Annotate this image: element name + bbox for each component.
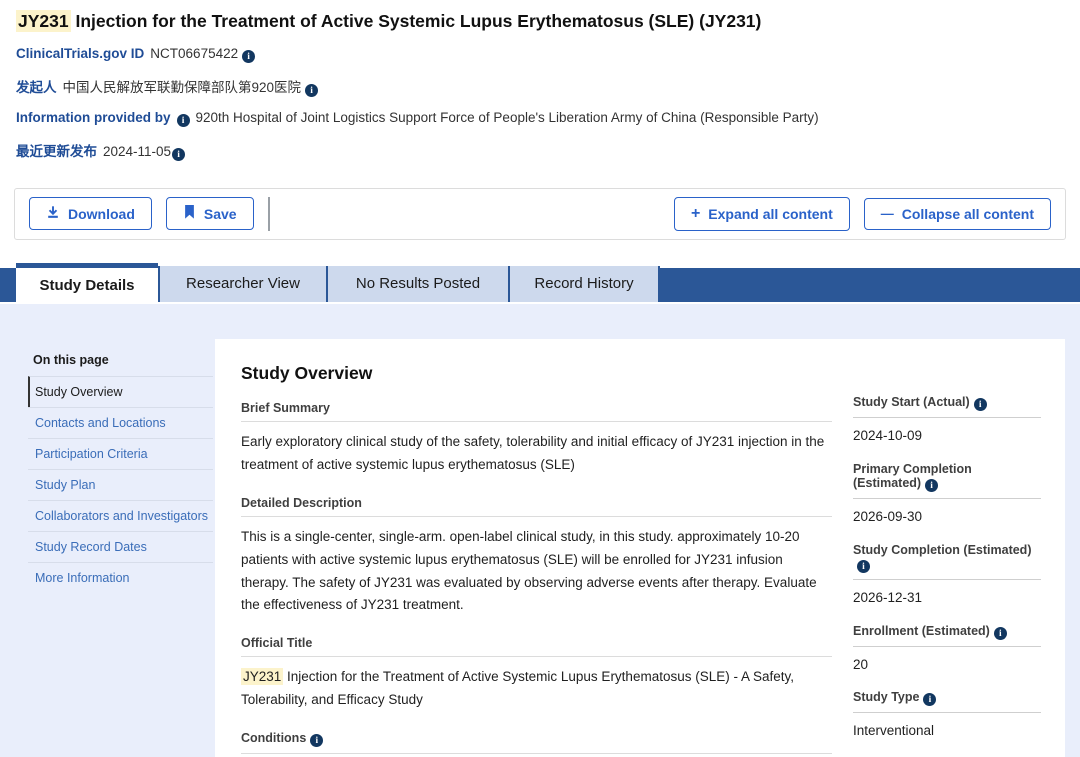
info-icon[interactable] <box>305 84 318 97</box>
info-icon[interactable] <box>172 148 185 161</box>
bookmark-icon <box>183 205 196 222</box>
nct-id-label: ClinicalTrials.gov ID <box>16 46 144 61</box>
info-icon[interactable] <box>974 398 987 411</box>
overview-main-column: Study Overview Brief Summary Early explo… <box>241 363 832 757</box>
sidebar-item-study-record-dates[interactable]: Study Record Dates <box>28 531 213 562</box>
save-label: Save <box>204 206 237 222</box>
fact-value: 20 <box>853 655 1041 676</box>
info-provided-label: Information provided by <box>16 110 171 125</box>
download-label: Download <box>68 206 135 222</box>
download-button[interactable]: Download <box>29 197 152 230</box>
sponsor-value: 中国人民解放军联勤保障部队第920医院 <box>63 80 302 95</box>
toolbar: Download Save + Expand all content — Col… <box>14 188 1066 240</box>
collapse-all-label: Collapse all content <box>902 206 1034 222</box>
conditions-label: Conditions <box>241 731 832 754</box>
fact-study-type: Study Type Interventional <box>853 690 1041 742</box>
official-title-highlight: JY231 <box>241 668 283 685</box>
official-title-rest: Injection for the Treatment of Active Sy… <box>241 669 794 707</box>
fact-value: 2026-09-30 <box>853 507 1041 528</box>
fact-primary-completion: Primary Completion (Estimated) 2026-09-3… <box>853 462 1041 528</box>
sidebar-item-study-overview[interactable]: Study Overview <box>28 376 213 407</box>
tab-bar: Study Details Researcher View No Results… <box>0 263 1080 304</box>
last-update-label: 最近更新发布 <box>16 144 97 159</box>
sidebar-item-study-plan[interactable]: Study Plan <box>28 469 213 500</box>
title-highlight: JY231 <box>16 10 71 32</box>
info-icon[interactable] <box>923 693 936 706</box>
fact-study-start: Study Start (Actual) 2024-10-09 <box>853 395 1041 447</box>
info-icon[interactable] <box>994 627 1007 640</box>
sidebar-item-more-information[interactable]: More Information <box>28 562 213 593</box>
page-title: JY231 Injection for the Treatment of Act… <box>16 10 1064 33</box>
info-provided-value: 920th Hospital of Joint Logistics Suppor… <box>196 110 819 125</box>
save-button[interactable]: Save <box>166 197 254 230</box>
study-facts-column: Study Start (Actual) 2024-10-09 Primary … <box>853 395 1041 757</box>
info-icon[interactable] <box>242 50 255 63</box>
sidebar-item-contacts-and-locations[interactable]: Contacts and Locations <box>28 407 213 438</box>
sponsor-row: 发起人中国人民解放军联勤保障部队第920医院 <box>16 76 1064 97</box>
fact-value: 2024-10-09 <box>853 426 1041 447</box>
title-text: Injection for the Treatment of Active Sy… <box>71 11 762 31</box>
toolbar-divider <box>268 197 270 231</box>
content-area: On this page Study Overview Contacts and… <box>0 304 1080 757</box>
on-this-page-heading: On this page <box>28 347 213 376</box>
study-page: JY231 Injection for the Treatment of Act… <box>0 0 1080 757</box>
info-icon[interactable] <box>925 479 938 492</box>
on-this-page-nav: On this page Study Overview Contacts and… <box>28 347 213 593</box>
tabs: Study Details Researcher View No Results… <box>0 263 1080 304</box>
plus-icon: + <box>691 205 700 223</box>
header: JY231 Injection for the Treatment of Act… <box>0 0 1080 161</box>
nct-id-row: ClinicalTrials.gov ID NCT06675422 <box>16 46 1064 63</box>
sidebar-item-collaborators-and-investigators[interactable]: Collaborators and Investigators <box>28 500 213 531</box>
fact-study-completion: Study Completion (Estimated) 2026-12-31 <box>853 543 1041 609</box>
study-overview-heading: Study Overview <box>241 363 832 384</box>
tab-study-details[interactable]: Study Details <box>16 263 158 304</box>
brief-summary-label: Brief Summary <box>241 401 832 422</box>
detailed-description-text: This is a single-center, single-arm. ope… <box>241 526 832 618</box>
last-update-row: 最近更新发布 2024-11-05 <box>16 140 1064 161</box>
fact-value: 2026-12-31 <box>853 588 1041 609</box>
collapse-all-button[interactable]: — Collapse all content <box>864 198 1051 230</box>
info-icon[interactable] <box>857 560 870 573</box>
official-title-text: JY231 Injection for the Treatment of Act… <box>241 666 832 712</box>
tab-record-history[interactable]: Record History <box>508 266 660 302</box>
expand-all-label: Expand all content <box>708 206 832 222</box>
expand-all-button[interactable]: + Expand all content <box>674 197 850 231</box>
fact-enrollment: Enrollment (Estimated) 20 <box>853 624 1041 676</box>
brief-summary-text: Early exploratory clinical study of the … <box>241 431 832 477</box>
download-icon <box>46 205 60 222</box>
info-icon[interactable] <box>310 734 323 747</box>
official-title-label: Official Title <box>241 636 832 657</box>
sponsor-label: 发起人 <box>16 80 57 95</box>
study-overview-card: Study Overview Brief Summary Early explo… <box>215 339 1065 757</box>
tab-no-results-posted[interactable]: No Results Posted <box>326 266 508 302</box>
last-update-value: 2024-11-05 <box>103 144 171 159</box>
tab-researcher-view[interactable]: Researcher View <box>158 266 326 302</box>
fact-value: Interventional <box>853 721 1041 742</box>
column-gap <box>832 363 853 757</box>
detailed-description-label: Detailed Description <box>241 496 832 517</box>
nct-id-value: NCT06675422 <box>150 46 238 61</box>
minus-icon: — <box>881 206 894 221</box>
sidebar-item-participation-criteria[interactable]: Participation Criteria <box>28 438 213 469</box>
info-icon[interactable] <box>177 114 190 127</box>
info-provided-row: Information provided by 920th Hospital of… <box>16 110 1064 127</box>
